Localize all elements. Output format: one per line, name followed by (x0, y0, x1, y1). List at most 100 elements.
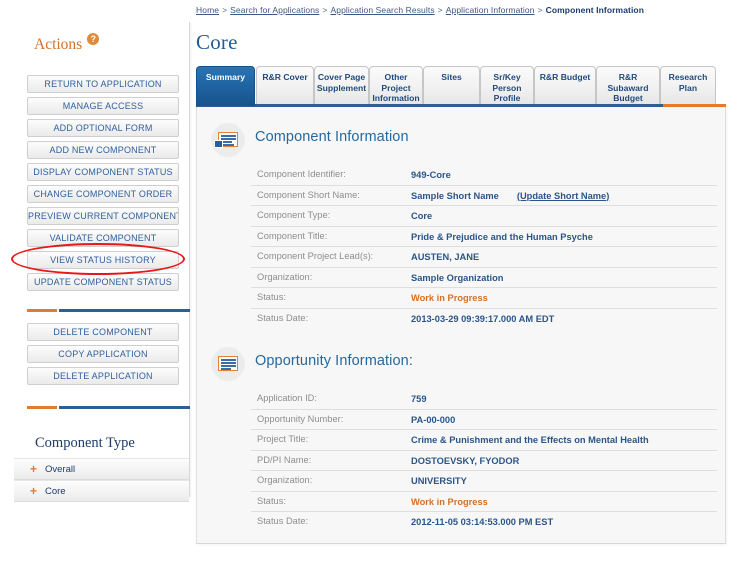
row-label: Organization: (257, 272, 312, 282)
table-row: Opportunity Number: PA-00-000 (251, 410, 717, 431)
row-label: Project Title: (257, 434, 308, 444)
document-line (221, 368, 231, 370)
row-value: 949-Core (411, 165, 717, 185)
table-row: Component Title: Pride & Prejudice and t… (251, 227, 717, 248)
document-line (221, 135, 236, 137)
add-optional-form-button[interactable]: ADD OPTIONAL FORM (27, 119, 179, 137)
row-value: Sample Organization (411, 268, 717, 288)
row-value-text: Sample Short Name (411, 191, 499, 201)
breadcrumb-separator: > (322, 5, 327, 15)
display-component-status-button[interactable]: DISPLAY COMPONENT STATUS (27, 163, 179, 181)
delete-application-button[interactable]: DELETE APPLICATION (27, 367, 179, 385)
component-type-item-core[interactable]: + Core (14, 480, 189, 502)
summary-content-panel: Component Information Component Identifi… (196, 107, 726, 544)
tab-sites[interactable]: Sites (423, 66, 480, 104)
status-badge: Work in Progress (411, 492, 717, 512)
divider-blue-segment (59, 406, 190, 409)
row-label: Component Type: (257, 210, 330, 220)
tab-sr-key-person-profile[interactable]: Sr/Key Person Profile (480, 66, 534, 104)
breadcrumb-separator: > (538, 5, 543, 15)
validate-component-button[interactable]: VALIDATE COMPONENT (27, 229, 179, 247)
document-info-icon (211, 123, 245, 157)
component-information-title: Component Information (255, 129, 409, 145)
row-value: UNIVERSITY (411, 471, 717, 491)
delete-component-button[interactable]: DELETE COMPONENT (27, 323, 179, 341)
return-to-application-button[interactable]: RETURN TO APPLICATION (27, 75, 179, 93)
row-label: Component Identifier: (257, 169, 346, 179)
row-value: Crime & Punishment and the Effects on Me… (411, 430, 661, 450)
tab-rr-cover[interactable]: R&R Cover (256, 66, 314, 104)
row-label: Opportunity Number: (257, 414, 343, 424)
document-line (221, 359, 236, 361)
row-value: 2012-11-05 03:14:53.000 PM EST (411, 512, 717, 532)
row-label: Status Date: (257, 516, 308, 526)
table-row: Component Short Name: Sample Short Name (… (251, 186, 717, 207)
page-root: Home>Search for Applications>Application… (0, 0, 732, 564)
sidebar-divider-top (27, 308, 190, 312)
row-value: Core (411, 206, 717, 226)
row-label: Status Date: (257, 313, 308, 323)
tab-rr-subaward-budget[interactable]: R&R Subaward Budget (596, 66, 660, 104)
document-line (221, 362, 236, 364)
divider-orange-segment (27, 406, 57, 409)
add-new-component-button[interactable]: ADD NEW COMPONENT (27, 141, 179, 159)
table-row: Status Date: 2013-03-29 09:39:17.000 AM … (251, 309, 717, 329)
row-value: Sample Short Name (Update Short Name) (411, 186, 717, 206)
component-type-item-label: Overall (45, 459, 75, 480)
table-row: Application ID: 759 (251, 389, 717, 410)
divider-blue-segment (59, 309, 190, 312)
document-line (221, 365, 236, 367)
help-icon[interactable]: ? (87, 33, 99, 45)
change-component-order-button[interactable]: CHANGE COMPONENT ORDER (27, 185, 179, 203)
breadcrumb-current-component-information: Component Information (546, 5, 644, 15)
plus-icon[interactable]: + (30, 481, 37, 502)
update-component-status-button[interactable]: UPDATE COMPONENT STATUS (27, 273, 179, 291)
row-label: Organization: (257, 475, 312, 485)
row-label: Component Project Lead(s): (257, 251, 373, 261)
divider-orange-segment (27, 309, 57, 312)
table-row: Component Project Lead(s): AUSTEN, JANE (251, 247, 717, 268)
update-short-name-link[interactable]: (Update Short Name) (517, 191, 609, 201)
breadcrumb-item-home[interactable]: Home (196, 5, 219, 15)
breadcrumb-item-search-for-applications[interactable]: Search for Applications (230, 5, 319, 15)
tab-rr-budget[interactable]: R&R Budget (534, 66, 596, 104)
table-row: Status Date: 2012-11-05 03:14:53.000 PM … (251, 512, 717, 532)
row-label: Status: (257, 496, 286, 506)
tab-cover-page-supplement[interactable]: Cover Page Supplement (314, 66, 369, 104)
document-line (221, 138, 236, 140)
row-label: PD/PI Name: (257, 455, 311, 465)
sidebar-divider-bottom (27, 405, 190, 409)
table-row: Project Title: Crime & Punishment and th… (251, 430, 717, 451)
row-value: Pride & Prejudice and the Human Psyche (411, 227, 717, 247)
tab-bar: Summary R&R Cover Cover Page Supplement … (196, 66, 726, 106)
row-label: Status: (257, 292, 286, 302)
component-type-item-overall[interactable]: + Overall (14, 458, 189, 480)
component-type-heading: Component Type (35, 435, 135, 452)
table-row: Status: Work in Progress (251, 492, 717, 513)
document-lines-icon-page (218, 356, 238, 371)
copy-application-button[interactable]: COPY APPLICATION (27, 345, 179, 363)
row-label: Component Short Name: (257, 190, 360, 200)
row-value: AUSTEN, JANE (411, 247, 717, 267)
table-row: PD/PI Name: DOSTOEVSKY, FYODOR (251, 451, 717, 472)
breadcrumb-item-application-search-results[interactable]: Application Search Results (330, 5, 434, 15)
manage-access-button[interactable]: MANAGE ACCESS (27, 97, 179, 115)
row-label: Application ID: (257, 393, 317, 403)
view-status-history-button[interactable]: VIEW STATUS HISTORY (27, 251, 179, 269)
document-info-icon-badge (214, 140, 223, 148)
breadcrumb: Home>Search for Applications>Application… (196, 5, 644, 15)
actions-heading-label: Actions (34, 36, 82, 53)
page-title: Core (196, 30, 238, 55)
status-badge: Work in Progress (411, 288, 717, 308)
tab-research-plan[interactable]: Research Plan (660, 66, 716, 104)
document-lines-icon (211, 347, 245, 381)
preview-current-component-button[interactable]: PREVIEW CURRENT COMPONENT (27, 207, 179, 225)
breadcrumb-separator: > (222, 5, 227, 15)
table-row: Status: Work in Progress (251, 288, 717, 309)
tab-summary[interactable]: Summary (196, 66, 255, 106)
breadcrumb-item-application-information[interactable]: Application Information (446, 5, 535, 15)
plus-icon[interactable]: + (30, 459, 37, 480)
row-label: Component Title: (257, 231, 327, 241)
row-value: PA-00-000 (411, 410, 717, 430)
tab-other-project-information[interactable]: Other Project Information (369, 66, 423, 104)
